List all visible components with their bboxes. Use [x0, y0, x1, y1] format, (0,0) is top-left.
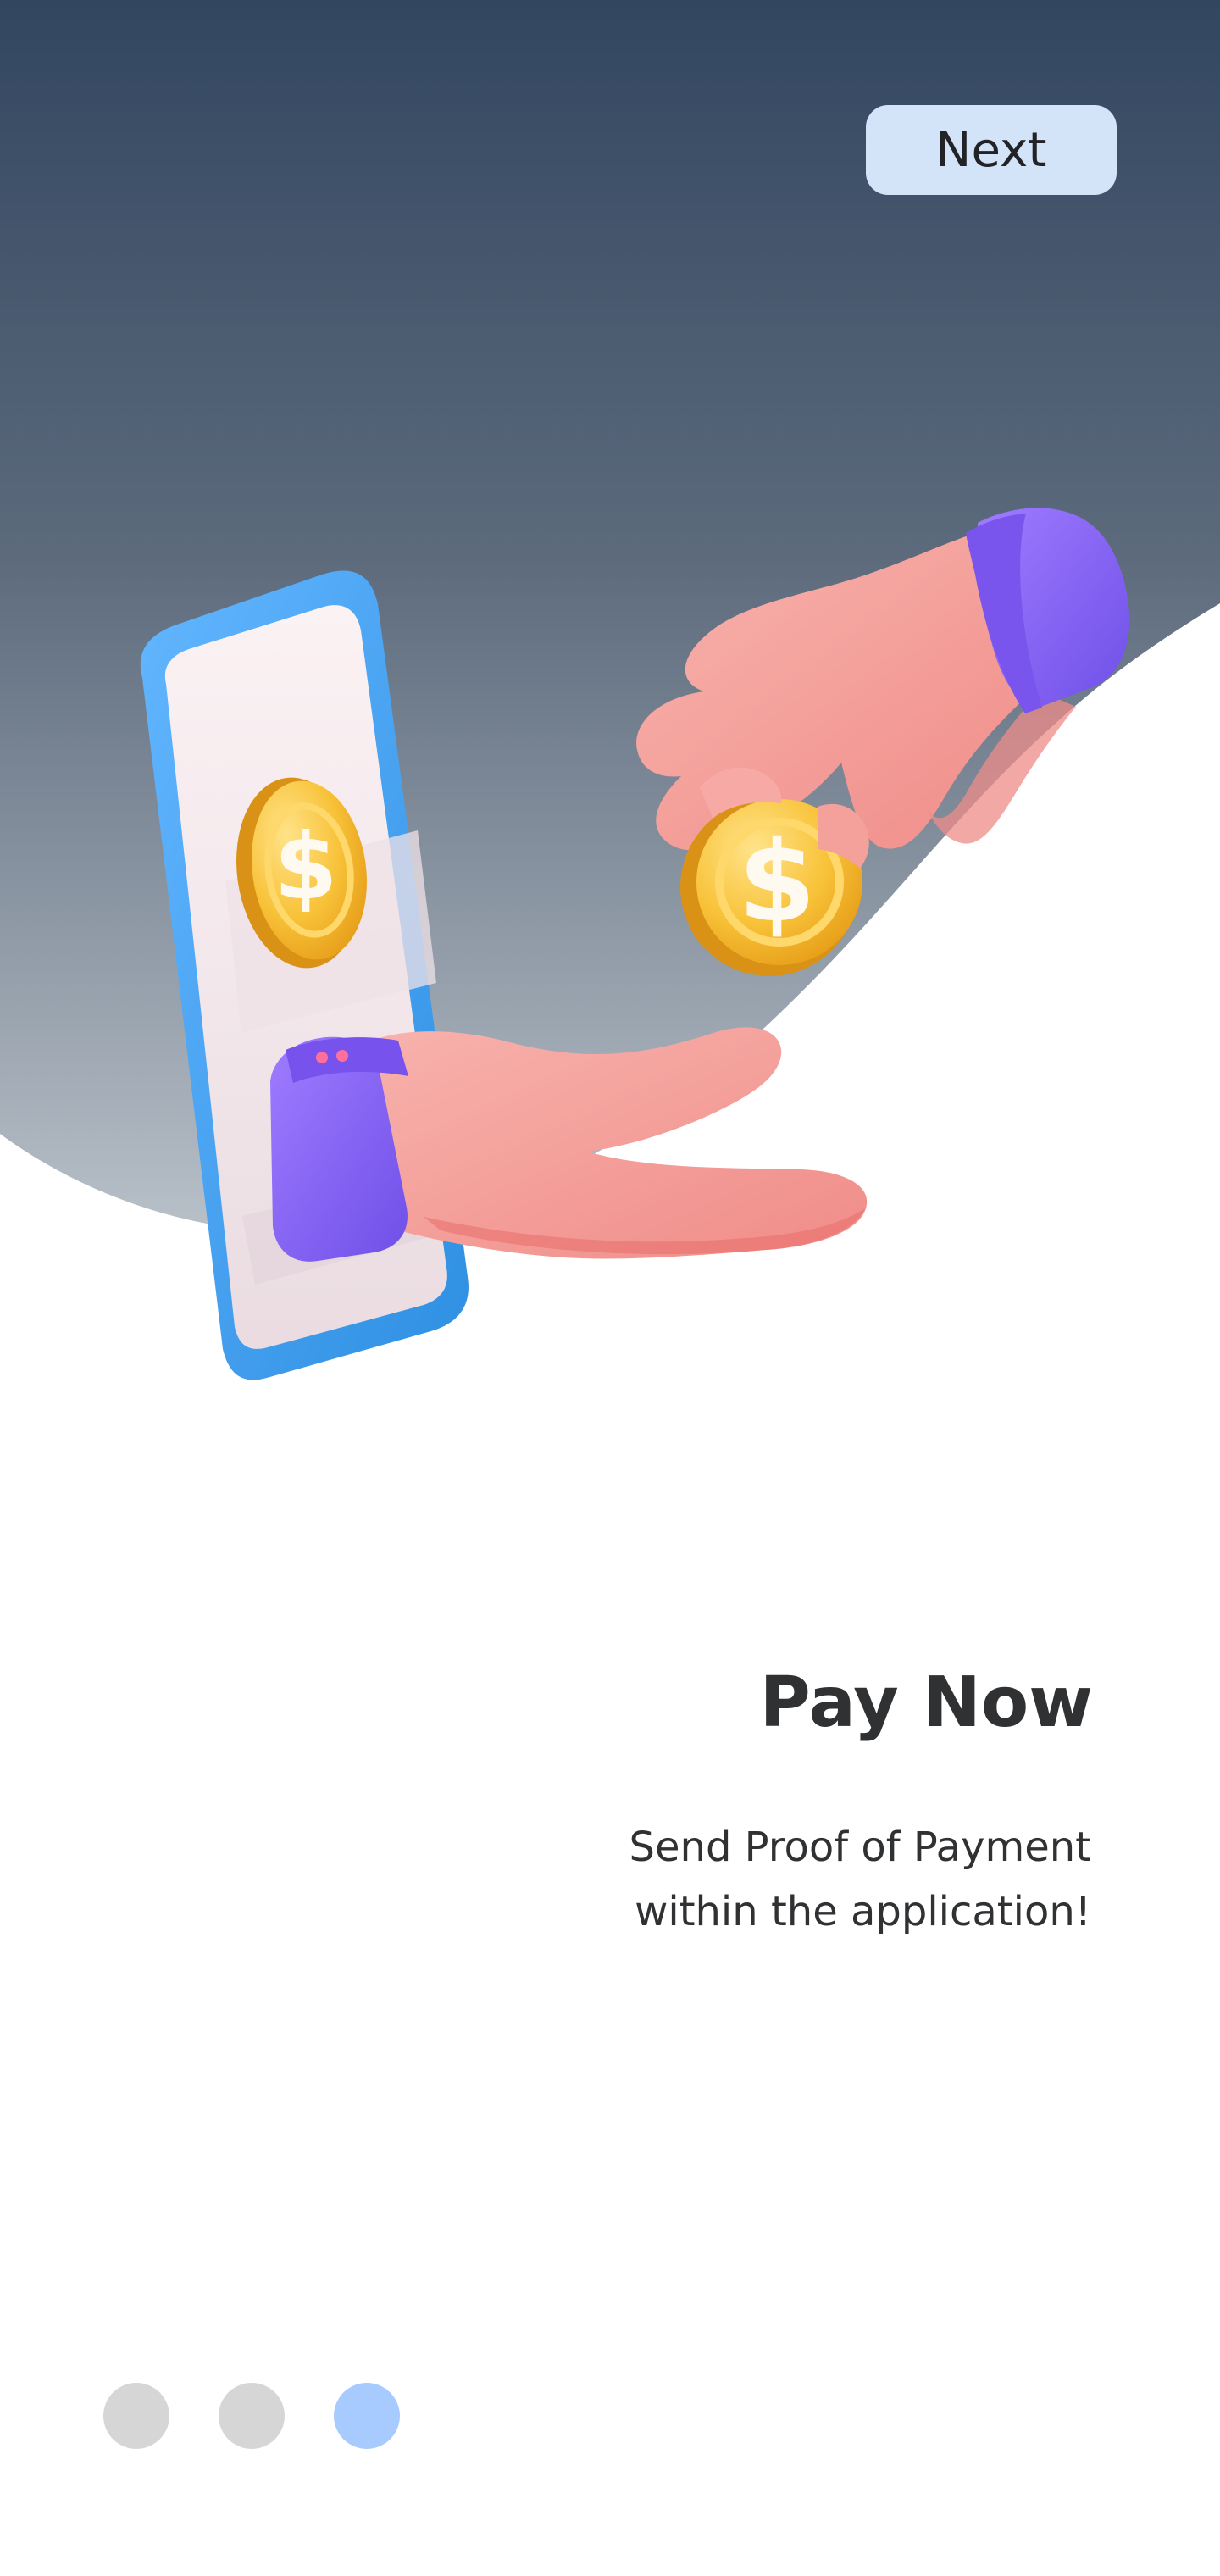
page-dot-2[interactable]	[219, 2383, 285, 2449]
page-dot-3[interactable]	[334, 2383, 400, 2449]
receiving-hand-illustration	[270, 1027, 868, 1262]
svg-text:$: $	[274, 814, 337, 920]
falling-coin-icon: $	[680, 767, 869, 976]
payment-illustration: $ $	[140, 508, 1130, 1380]
page-title: Pay Now	[759, 1663, 1093, 1743]
onboarding-screen: $ $ Next Pay Now Send Proof of Payment w…	[0, 0, 1220, 2576]
svg-text:$: $	[738, 817, 816, 947]
page-subtitle: Send Proof of Payment within the applica…	[629, 1824, 1091, 1935]
page-dot-1[interactable]	[103, 2383, 169, 2449]
page-indicator	[103, 2383, 400, 2449]
next-button[interactable]: Next	[866, 105, 1117, 195]
